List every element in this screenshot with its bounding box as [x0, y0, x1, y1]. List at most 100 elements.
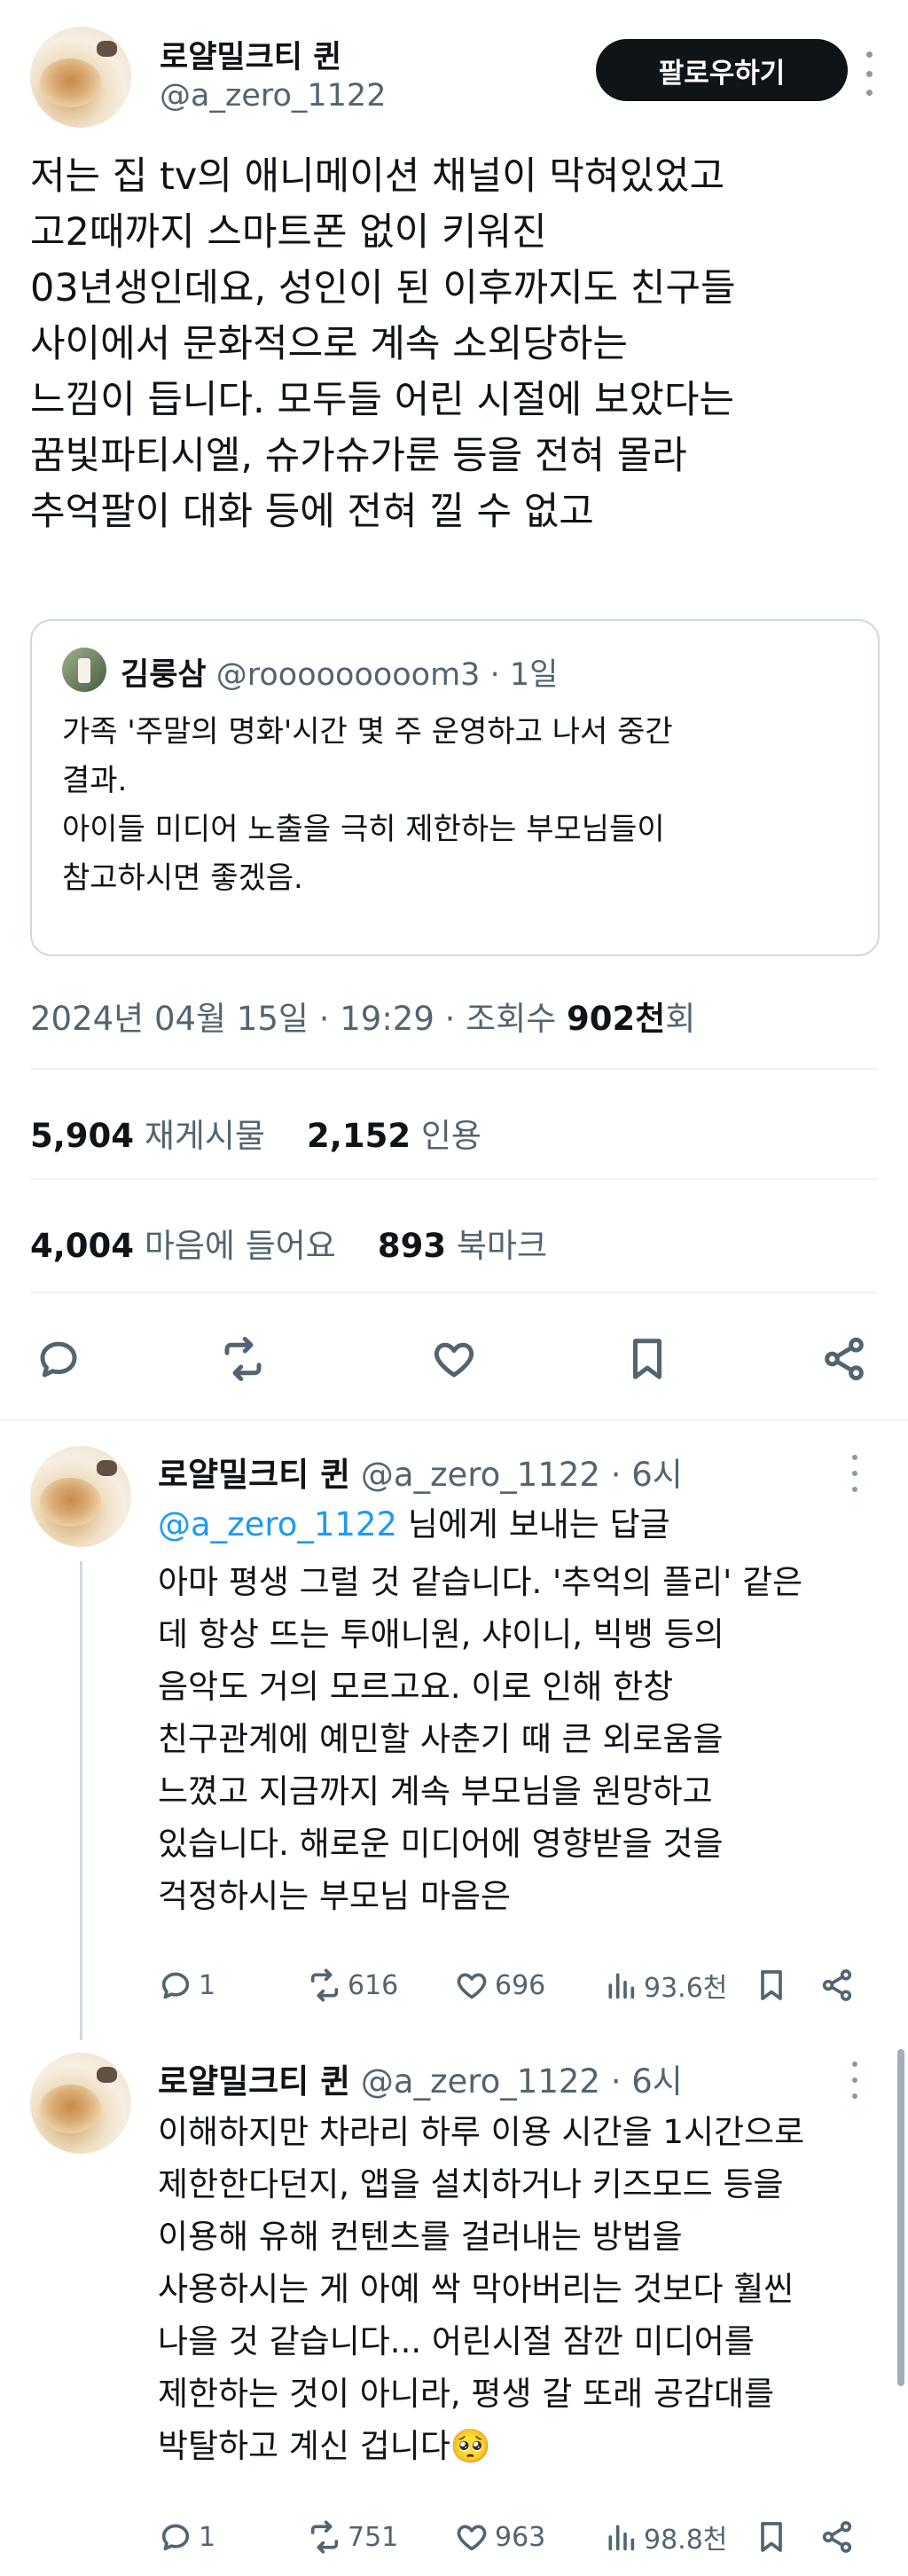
bookmark-button[interactable] — [754, 2516, 789, 2558]
bookmark-count[interactable]: 893 — [378, 1227, 446, 1265]
reply-author-meta[interactable]: @a_zero_1122 · 6시 — [361, 2062, 683, 2101]
reply-button[interactable]: 1 — [158, 1964, 215, 2007]
repost-icon[interactable] — [215, 1331, 271, 1387]
author-handle[interactable]: @a_zero_1122 — [160, 78, 386, 114]
reply-author-name[interactable]: 로얄밀크티 퀸 — [158, 1456, 350, 1494]
reply-text-line: 있습니다. 해로운 미디어에 영향받을 것을 — [158, 1825, 724, 1863]
views-button[interactable]: 98.8천 — [603, 2516, 727, 2558]
reply-action-bar: 1 616 696 93.6천 — [158, 1964, 867, 2007]
divider — [0, 1419, 908, 1421]
share-button[interactable] — [819, 1964, 855, 2007]
tweet-header: 로얄밀크티 퀸 @a_zero_1122 팔로우하기 — [30, 27, 878, 133]
replying-to: @a_zero_1122 님에게 보내는 답글 — [158, 1497, 670, 1545]
follow-button[interactable]: 팔로우하기 — [596, 39, 848, 101]
tweet-text-line: 사이에서 문화적으로 계속 소외당하는 — [30, 322, 628, 366]
reply-count: 1 — [199, 2521, 216, 2553]
repost-count: 751 — [348, 2521, 399, 2553]
tweet-action-bar — [30, 1331, 878, 1387]
quoted-text-line: 참고하시면 좋겠음. — [62, 860, 303, 896]
divider — [30, 1178, 878, 1180]
bookmark-icon — [761, 2522, 782, 2552]
repost-icon — [310, 1968, 339, 2002]
quoted-author-avatar[interactable] — [62, 648, 106, 692]
repost-button[interactable]: 616 — [307, 1964, 398, 2007]
like-label[interactable]: 마음에 들어요 — [145, 1227, 336, 1265]
reply-author-meta[interactable]: @a_zero_1122 · 6시 — [361, 1456, 683, 1494]
repost-button[interactable]: 751 — [307, 2516, 398, 2558]
like-count[interactable]: 4,004 — [30, 1227, 134, 1265]
timestamp-text: 2024년 04월 15일 · 19:29 · 조회수 — [30, 1000, 568, 1038]
quote-label[interactable]: 인용 — [421, 1117, 481, 1155]
share-button[interactable] — [819, 2516, 855, 2558]
repost-icon — [310, 2520, 339, 2554]
stats-row-reposts: 5,904 재게시물 2,152 인용 — [30, 1109, 481, 1157]
share-icon — [822, 1969, 852, 2001]
reply-header: 로얄밀크티 퀸 @a_zero_1122 · 6시 — [158, 1448, 683, 1496]
repost-label[interactable]: 재게시물 — [145, 1117, 265, 1155]
reply-icon[interactable] — [30, 1331, 87, 1387]
view-count: 902천 — [567, 1000, 666, 1038]
quoted-author: 김룽삼 @rooooooooom3 · 1일 — [121, 649, 558, 695]
share-icon[interactable] — [816, 1331, 873, 1387]
bookmark-button[interactable] — [754, 1964, 789, 2007]
reply-text: 이해하지만 차라리 하루 이용 시간을 1시간으로 제한한다던지, 앱을 설치하… — [158, 2106, 885, 2472]
quoted-author-handle-time: @rooooooooom3 · 1일 — [215, 657, 559, 693]
reply-text-line: 걱정하시는 부모님 마음은 — [158, 1877, 511, 1915]
author-name[interactable]: 로얄밀크티 퀸 — [160, 32, 341, 77]
author-avatar[interactable] — [30, 27, 131, 128]
bookmark-icon — [761, 1970, 782, 2000]
reply-icon — [161, 1972, 190, 1999]
share-icon — [822, 2521, 852, 2553]
reply-text-line: 제한하는 것이 아니라, 평생 갈 또래 공감대를 — [158, 2375, 775, 2413]
more-options-icon[interactable] — [849, 2062, 860, 2099]
reply-count: 1 — [199, 1969, 216, 2001]
reply-button[interactable]: 1 — [158, 2516, 215, 2558]
bookmark-icon[interactable] — [619, 1331, 676, 1387]
replying-to-suffix: 님에게 보내는 답글 — [397, 1505, 670, 1543]
reply-text-line: 이해하지만 차라리 하루 이용 시간을 1시간으로 — [158, 2113, 805, 2151]
like-button[interactable]: 696 — [454, 1964, 545, 2007]
reply-text-line: 나을 것 같습니다... 어린시절 잠깐 미디어를 — [158, 2322, 755, 2360]
like-icon — [457, 2525, 487, 2551]
tweet-timestamp[interactable]: 2024년 04월 15일 · 19:29 · 조회수 902천회 — [30, 992, 695, 1040]
tweet-text-line: 고2때까지 스마트폰 없이 키워진 — [30, 210, 547, 255]
views-chart-icon — [608, 1973, 635, 1999]
reply-action-bar: 1 751 963 98.8천 — [158, 2516, 867, 2558]
reply-author-name[interactable]: 로얄밀크티 퀸 — [158, 2062, 350, 2101]
reply-tweet[interactable]: 로얄밀크티 퀸 @a_zero_1122 · 6시 @a_zero_1122 님… — [0, 1446, 908, 2004]
like-button[interactable]: 963 — [454, 2516, 545, 2558]
reply-icon — [161, 2524, 190, 2551]
divider — [30, 1068, 878, 1070]
replying-to-handle[interactable]: @a_zero_1122 — [158, 1505, 397, 1543]
tweet-text-line: 03년생인데요, 성인이 된 이후까지도 친구들 — [30, 266, 736, 310]
views-button[interactable]: 93.6천 — [603, 1964, 727, 2007]
like-count: 963 — [495, 2521, 546, 2553]
reply-header: 로얄밀크티 퀸 @a_zero_1122 · 6시 — [158, 2054, 683, 2102]
repost-count[interactable]: 5,904 — [30, 1117, 134, 1155]
more-options-icon[interactable] — [849, 1455, 860, 1492]
more-options-icon[interactable] — [859, 51, 879, 96]
quoted-text-line: 결과. — [62, 763, 128, 798]
reply-text-line: 데 항상 뜨는 투애니원, 샤이니, 빅뱅 등의 — [158, 1615, 724, 1653]
reply-author-avatar[interactable] — [30, 1446, 131, 1547]
reply-text-line: 아마 평생 그럴 것 같습니다. '추억의 플리' 같은 — [158, 1563, 803, 1601]
reply-author-avatar[interactable] — [30, 2053, 131, 2154]
tweet-text-line: 꿈빛파티시엘, 슈가슈가룬 등을 전혀 몰라 — [30, 434, 687, 478]
reply-text-line: 사용하시는 게 아예 싹 막아버리는 것보다 훨씬 — [158, 2270, 794, 2308]
tweet-text-line: 추억팔이 대화 등에 전혀 낄 수 없고 — [30, 490, 594, 534]
reply-text-line: 박탈하고 계신 겁니다🥺 — [158, 2427, 491, 2465]
bookmark-label[interactable]: 북마크 — [457, 1227, 547, 1265]
quoted-author-name[interactable]: 김룽삼 — [121, 657, 207, 693]
stats-row-likes: 4,004 마음에 들어요 893 북마크 — [30, 1219, 547, 1267]
scrollbar[interactable] — [897, 2049, 904, 2386]
like-icon[interactable] — [426, 1331, 482, 1387]
views-count: 98.8천 — [644, 2525, 728, 2556]
quoted-text-line: 가족 '주말의 명화'시간 몇 주 운영하고 나서 중간 — [62, 714, 673, 750]
like-icon — [457, 1973, 487, 1999]
reply-tweet[interactable]: 로얄밀크티 퀸 @a_zero_1122 · 6시 이해하지만 차라리 하루 이… — [0, 2053, 908, 2567]
quote-count[interactable]: 2,152 — [307, 1117, 411, 1155]
repost-count: 616 — [348, 1969, 399, 2001]
tweet-text-line: 저는 집 tv의 애니메이션 채널이 막혀있었고 — [30, 154, 725, 199]
divider — [30, 1292, 878, 1293]
quoted-tweet[interactable]: 김룽삼 @rooooooooom3 · 1일 가족 '주말의 명화'시간 몇 주… — [30, 619, 880, 956]
